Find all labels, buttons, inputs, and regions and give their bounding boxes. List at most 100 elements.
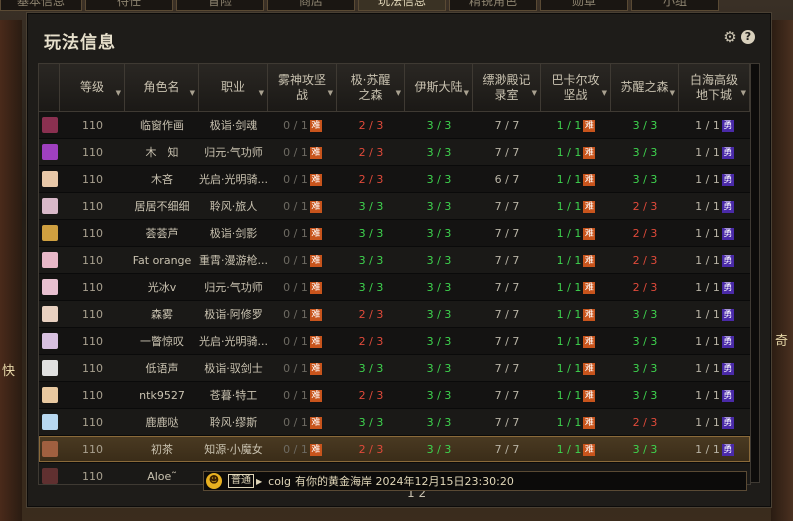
progress-cell: 7 / 7 xyxy=(473,443,541,456)
table-row[interactable]: 110 低语声 极诣·驭剑士 0 / 1难3 / 33 / 37 / 71 / 1难3… xyxy=(39,355,750,382)
table-row[interactable]: 110 ntk9527 苍暮·特工 0 / 1难2 / 33 / 37 / 71 / … xyxy=(39,382,750,409)
tab-3[interactable]: 商店 xyxy=(267,0,355,11)
hard-badge-icon: 难 xyxy=(583,200,596,213)
sort-arrow-icon: ▼ xyxy=(258,89,264,97)
progress-value: 1 / 1 xyxy=(556,307,582,321)
tab-1[interactable]: 待任 xyxy=(85,0,173,11)
column-header-7[interactable]: 巴卡尔攻坚战 ▼ xyxy=(541,64,611,111)
progress-value: 2 / 3 xyxy=(358,172,384,186)
column-header-1[interactable]: 角色名 ▼ xyxy=(125,64,199,111)
table-row[interactable]: 110 Fat orange 重霄·漫游枪... 0 / 1难3 / 33 / 37 … xyxy=(39,247,750,274)
table-row[interactable]: 110 居居不细细 聆风·旅人 0 / 1难3 / 33 / 37 / 71 / 1难… xyxy=(39,193,750,220)
progress-cell: 1 / 1难 xyxy=(541,227,611,240)
progress-cell: 3 / 3 xyxy=(611,389,679,402)
job-cell: 聆风·缪斯 xyxy=(209,416,258,429)
progress-cell: 3 / 3 xyxy=(405,227,473,240)
job-cell: 极诣·阿修罗 xyxy=(204,308,263,321)
gear-icon[interactable]: ⚙ xyxy=(723,30,737,45)
progress-value: 2 / 3 xyxy=(632,253,658,267)
character-table: 等级 ▼ 角色名 ▼ 职业 ▼ 雾神攻坚战 ▼ 极·苏醒之森 ▼ 伊斯大陆 ▼ 缥渺殿记录室 ▼ 巴卡尔攻坚… xyxy=(38,63,751,485)
progress-value: 1 / 1 xyxy=(556,415,582,429)
progress-value: 3 / 3 xyxy=(426,415,452,429)
avatar-cell xyxy=(39,441,60,457)
column-header-9[interactable]: 白海高级地下城 ▼ xyxy=(679,64,750,111)
hard-badge-icon: 难 xyxy=(583,119,596,132)
tab-6[interactable]: 勋章 xyxy=(540,0,628,11)
progress-cell: 3 / 3 xyxy=(405,308,473,321)
progress-cell: 1 / 1难 xyxy=(541,335,611,348)
progress-cell: 1 / 1勇 xyxy=(679,443,750,456)
tab-7[interactable]: 小组 xyxy=(631,0,719,11)
chat-message-bar[interactable]: ☻ 普通 ▶ colg 有你的黄金海岸 2024年12月15日23:30:20 xyxy=(203,471,747,491)
progress-value: 7 / 7 xyxy=(494,199,520,213)
progress-cell: 3 / 3 xyxy=(405,281,473,294)
avatar-cell xyxy=(39,198,60,214)
progress-value: 0 / 1 xyxy=(283,415,308,429)
progress-cell: 3 / 3 xyxy=(405,254,473,267)
hard-badge-icon: 难 xyxy=(583,254,596,267)
column-header-label: 苏醒之森 xyxy=(620,80,669,94)
progress-cell: 1 / 1勇 xyxy=(679,146,750,159)
progress-value: 3 / 3 xyxy=(426,307,452,321)
chat-channel[interactable]: 普通 xyxy=(228,474,254,488)
avatar xyxy=(41,225,58,241)
table-row[interactable]: 110 木吝 光启·光明骑... 0 / 1难2 / 33 / 36 / 71 / 1… xyxy=(39,166,750,193)
progress-value: 3 / 3 xyxy=(358,253,384,267)
level-cell: 110 xyxy=(82,361,103,375)
name-cell: 荟荟芦 xyxy=(145,227,179,240)
hard-badge-icon: 难 xyxy=(309,335,322,348)
table-row[interactable]: 110 木 知归元·气功师 0 / 1难2 / 33 / 37 / 71 / 1难3… xyxy=(39,139,750,166)
avatar-cell xyxy=(39,252,60,268)
table-row[interactable]: 110 鹿鹿哒 聆风·缪斯 0 / 1难3 / 33 / 37 / 71 / 1难2 … xyxy=(39,409,750,436)
hard-badge-icon: 难 xyxy=(583,308,596,321)
progress-value: 0 / 1 xyxy=(283,226,308,240)
hard-badge-icon: 难 xyxy=(309,227,322,240)
progress-cell: 2 / 3 xyxy=(611,416,679,429)
hard-badge-icon: 难 xyxy=(309,389,322,402)
column-header-0[interactable]: 等级 ▼ xyxy=(60,64,125,111)
job-cell: 归元·气功师 xyxy=(204,146,263,159)
table-row[interactable]: 110 荟荟芦 极诣·剑影 0 / 1难3 / 33 / 37 / 71 / 1难2 … xyxy=(39,220,750,247)
column-header-4[interactable]: 极·苏醒之森 ▼ xyxy=(337,64,405,111)
table-row[interactable]: 110 一瞥惊叹 光启·光明骑... 0 / 1难2 / 33 / 37 / 71 /… xyxy=(39,328,750,355)
tab-0[interactable]: 基本信息 xyxy=(0,0,82,11)
table-row[interactable]: 110 初茶 知源·小魔女 0 / 1难2 / 33 / 37 / 71 / 1难3 … xyxy=(39,436,750,463)
progress-cell: 1 / 1难 xyxy=(541,362,611,375)
column-header-3[interactable]: 雾神攻坚战 ▼ xyxy=(268,64,337,111)
progress-value: 2 / 3 xyxy=(632,199,658,213)
table-scrollbar[interactable] xyxy=(750,63,760,483)
tab-5[interactable]: 精锐角色 xyxy=(449,0,537,11)
tab-4[interactable]: 玩法信息 xyxy=(358,0,446,11)
top-tab-bar: 基本信息 待任 冒险 商店 玩法信息 精锐角色 勋章 小组 xyxy=(0,0,793,11)
table-row[interactable]: 110 光冰v 归元·气功师 0 / 1难3 / 33 / 37 / 71 / 1难2… xyxy=(39,274,750,301)
column-header-2[interactable]: 职业 ▼ xyxy=(199,64,268,111)
level-cell: 110 xyxy=(82,388,103,402)
level-cell: 110 xyxy=(82,199,103,213)
column-header-6[interactable]: 缥渺殿记录室 ▼ xyxy=(473,64,541,111)
sort-arrow-icon: ▼ xyxy=(189,89,195,97)
avatar-cell xyxy=(39,414,60,430)
table-row[interactable]: 110 临窗作画 极诣·剑魂 0 / 1难2 / 33 / 37 / 71 / 1难3… xyxy=(39,112,750,139)
table-row[interactable]: 110 森雾 极诣·阿修罗 0 / 1难2 / 33 / 37 / 71 / 1难3 … xyxy=(39,301,750,328)
progress-value: 3 / 3 xyxy=(426,145,452,159)
progress-cell: 1 / 1难 xyxy=(541,308,611,321)
progress-value: 2 / 3 xyxy=(358,334,384,348)
progress-cell: 1 / 1难 xyxy=(541,443,611,456)
emoji-icon[interactable]: ☻ xyxy=(206,473,222,489)
progress-value: 0 / 1 xyxy=(283,199,308,213)
avatar-cell xyxy=(39,144,60,160)
progress-value: 1 / 1 xyxy=(695,253,720,267)
level-cell: 110 xyxy=(82,469,103,483)
tab-2[interactable]: 冒险 xyxy=(176,0,264,11)
column-header-8[interactable]: 苏醒之森 ▼ xyxy=(611,64,679,111)
sort-arrow-icon: ▼ xyxy=(463,89,469,97)
avatar xyxy=(41,117,58,133)
level-cell: 110 xyxy=(82,253,103,267)
job-cell: 聆风·旅人 xyxy=(209,200,258,213)
column-header-5[interactable]: 伊斯大陆 ▼ xyxy=(405,64,473,111)
help-icon[interactable]: ? xyxy=(741,30,755,44)
progress-cell: 0 / 1难 xyxy=(268,227,337,240)
progress-value: 1 / 1 xyxy=(556,388,582,402)
avatar xyxy=(41,306,58,322)
name-cell: 森雾 xyxy=(151,308,173,321)
